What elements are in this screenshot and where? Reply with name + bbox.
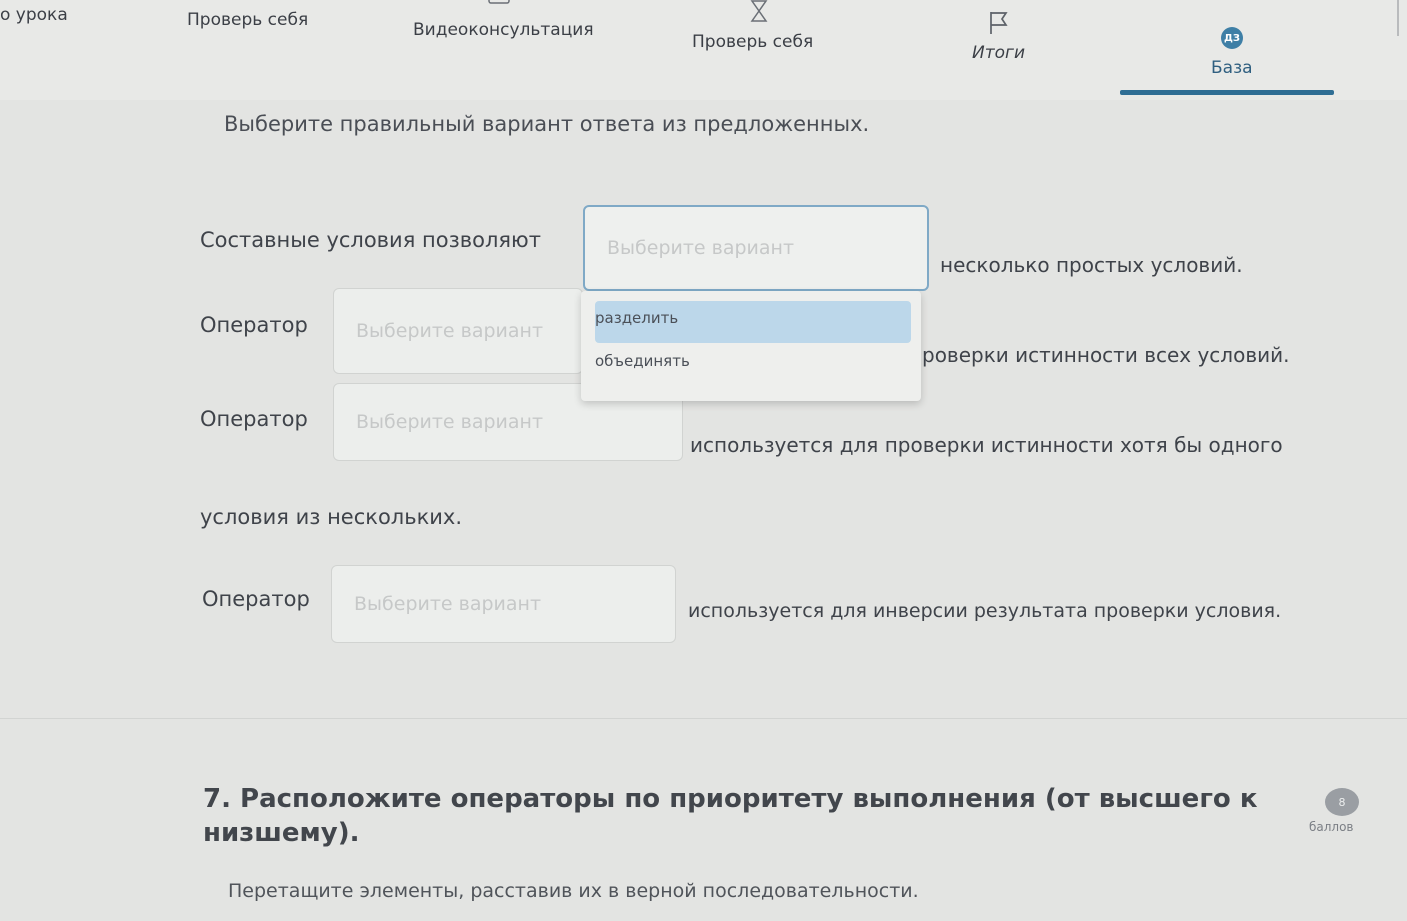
tab-video-consultation[interactable]: Видеоконсультация — [413, 20, 594, 40]
item3-placeholder: Выберите вариант — [356, 411, 544, 433]
tab-self-check-2[interactable]: Проверь себя — [692, 32, 813, 52]
tab-base[interactable]: База — [1211, 58, 1253, 78]
dropdown-option-razdelit[interactable]: разделить — [595, 309, 678, 327]
question7-title-line2: низшему). — [203, 818, 360, 848]
item2-prefix: Оператор — [200, 313, 308, 337]
score-label: баллов — [1309, 820, 1354, 834]
select-dropdown-menu: разделить объединять — [581, 291, 921, 401]
item2-suffix: роверки истинности всех условий. — [922, 343, 1290, 367]
item4-select[interactable]: Выберите вариант — [331, 565, 676, 643]
tab-self-check-1[interactable]: Проверь себя — [187, 10, 308, 30]
hourglass-icon — [749, 0, 769, 26]
item4-placeholder: Выберите вариант — [354, 593, 542, 615]
window-edge — [1397, 0, 1407, 36]
section-divider — [0, 718, 1407, 719]
item4-prefix: Оператор — [202, 587, 310, 611]
flag-icon — [988, 10, 1010, 40]
homework-badge-icon: ДЗ — [1221, 27, 1243, 49]
question-instruction: Выберите правильный вариант ответа из пр… — [224, 112, 870, 136]
item2-select[interactable]: Выберите вариант — [333, 288, 583, 374]
item3-suffix: используется для проверки истинности хот… — [690, 433, 1283, 457]
item1-placeholder: Выберите вариант — [607, 237, 795, 259]
dropdown-option-obedinyat[interactable]: объединять — [595, 352, 690, 370]
tab-results[interactable]: Итоги — [972, 43, 1025, 63]
question7-instruction: Перетащите элементы, расставив их в верн… — [228, 880, 919, 902]
video-icon — [487, 0, 513, 11]
question7-title: 7. Расположите операторы по приоритету в… — [203, 782, 1257, 850]
question7-title-line1: 7. Расположите операторы по приоритету в… — [203, 784, 1258, 814]
item1-suffix: несколько простых условий. — [940, 253, 1243, 277]
item3-suffix-line2: условия из нескольких. — [200, 505, 463, 529]
item2-placeholder: Выберите вариант — [356, 320, 544, 342]
tab-lesson[interactable]: о урока — [0, 5, 68, 25]
item1-select[interactable]: Выберите вариант — [583, 205, 929, 291]
score-badge: 8 — [1325, 788, 1359, 816]
top-navigation: о урока Проверь себя Видеоконсультация П… — [0, 0, 1407, 100]
item3-prefix: Оператор — [200, 407, 308, 431]
item1-prefix: Составные условия позволяют — [200, 228, 541, 252]
item4-suffix: используется для инверсии результата про… — [688, 600, 1282, 622]
active-tab-indicator — [1120, 90, 1334, 95]
